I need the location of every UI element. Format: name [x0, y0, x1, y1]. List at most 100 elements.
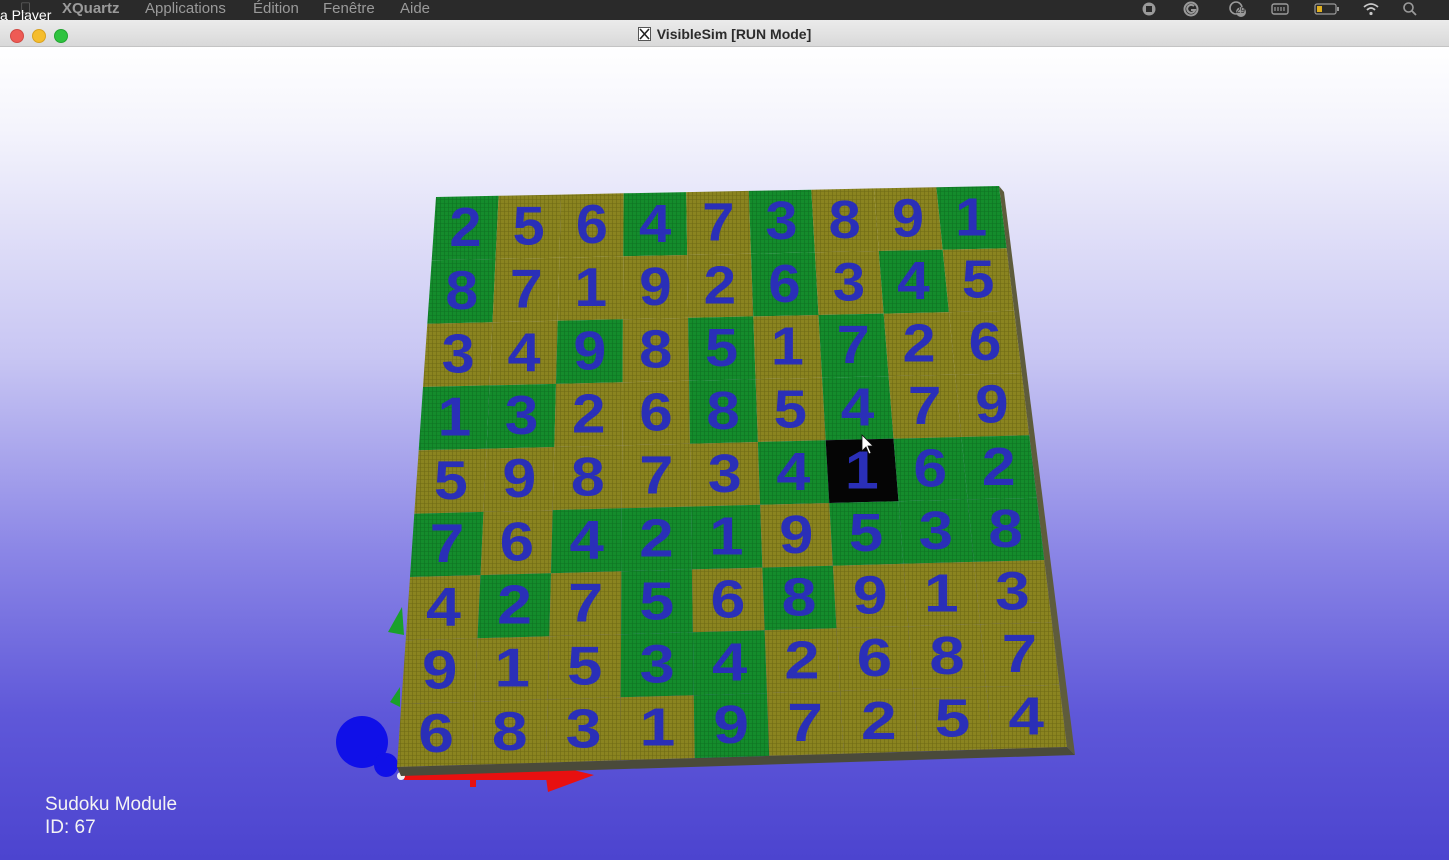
sudoku-digit: 3 — [919, 502, 953, 561]
sudoku-digit: 8 — [988, 500, 1022, 559]
module-info: Sudoku Module ID: 67 — [45, 793, 177, 839]
board-scene[interactable]: 2 5 6 4 7 3 8 9 18 7 1 9 2 6 3 4 53 4 9 8 5 1 7 2 61 3 2 6 8 5 4 7 95 9 8 7… — [0, 47, 1449, 860]
sudoku-digit: 8 — [782, 567, 817, 627]
menu-bar:  XQuartz Applications Édition Fenêtre A… — [0, 0, 1449, 23]
sudoku-digit: 2 — [861, 690, 897, 751]
sudoku-digit: 3 — [708, 444, 742, 504]
sudoku-digit: 3 — [833, 251, 865, 312]
x-axis-tick — [470, 777, 476, 787]
sudoku-digit: 2 — [704, 254, 736, 315]
sudoku-digit: 3 — [566, 698, 602, 759]
grammarly-icon[interactable] — [1181, 1, 1201, 17]
battery-icon[interactable] — [1314, 1, 1340, 17]
sudoku-digit: 4 — [1009, 686, 1045, 746]
sudoku-digit: 6 — [768, 253, 800, 314]
sudoku-digit: 3 — [995, 562, 1030, 622]
sudoku-digit: 5 — [935, 687, 971, 748]
sudoku-digit: 6 — [576, 194, 608, 255]
3d-viewport[interactable]: 2564738918719263453498517261326854795987… — [0, 47, 1449, 860]
sudoku-digit: 3 — [505, 386, 539, 447]
z-axis-sphere-small — [374, 753, 398, 777]
sudoku-digit: 8 — [492, 700, 528, 761]
record-icon[interactable] — [1139, 1, 1159, 17]
sudoku-digit: 9 — [422, 639, 457, 701]
sudoku-digit: 1 — [438, 387, 472, 448]
sudoku-digit: 6 — [711, 569, 746, 629]
sudoku-digit: 8 — [929, 627, 964, 686]
sudoku-digit: 8 — [829, 189, 861, 250]
sudoku-digit: 6 — [500, 512, 535, 573]
sudoku-digit: 1 — [639, 696, 675, 757]
sudoku-digit: 5 — [849, 503, 883, 563]
sudoku-digit: 7 — [568, 573, 603, 633]
menu-edition[interactable]: Édition — [253, 0, 299, 18]
sudoku-digit: 7 — [908, 376, 942, 436]
sudoku-digit: 2 — [784, 631, 819, 691]
sudoku-digit: 1 — [709, 506, 743, 567]
sudoku-digit: 9 — [502, 449, 536, 509]
menu-xquartz[interactable]: XQuartz — [62, 0, 120, 18]
sudoku-digit: 5 — [639, 571, 674, 631]
sudoku-digit: 2 — [639, 508, 673, 569]
sudoku-digit: 8 — [639, 319, 672, 380]
sudoku-digit: 9 — [779, 505, 813, 565]
sudoku-digit: 9 — [639, 256, 672, 317]
sudoku-digit: 9 — [975, 374, 1008, 434]
sudoku-digit: 5 — [434, 451, 468, 511]
window-title: VisibleSim [RUN Mode] — [0, 26, 1449, 42]
x11-icon — [637, 27, 651, 41]
sudoku-digit: 3 — [639, 635, 674, 695]
sudoku-board[interactable]: 2 5 6 4 7 3 8 9 18 7 1 9 2 6 3 4 53 4 9 8 5 1 7 2 61 3 2 6 8 5 4 7 95 9 8 7… — [397, 186, 1067, 767]
module-id: ID: 67 — [45, 817, 96, 838]
sudoku-digit: 3 — [442, 324, 475, 385]
sudoku-digit: 3 — [765, 190, 797, 251]
sudoku-digit: 6 — [639, 382, 672, 443]
sudoku-digit: 4 — [712, 633, 747, 693]
sudoku-digit: 7 — [787, 692, 823, 753]
sudoku-digit: 4 — [639, 193, 671, 254]
sudoku-digit: 5 — [705, 319, 738, 379]
sudoku-digit: 7 — [639, 446, 673, 506]
sudoku-digit: 4 — [426, 577, 461, 637]
sudoku-digit: 6 — [857, 629, 892, 688]
sudoku-digit: 9 — [892, 188, 924, 248]
green-axis-arrow-2 — [390, 687, 400, 707]
window-title-text: VisibleSim [RUN Mode] — [656, 26, 812, 42]
sudoku-digit: 1 — [771, 317, 804, 377]
sudoku-digit: 5 — [513, 195, 545, 256]
sudoku-digit: 4 — [897, 250, 930, 310]
sudoku-digit: 4 — [508, 322, 541, 383]
sudoku-digit: 8 — [706, 381, 739, 442]
menu-fenetre[interactable]: Fenêtre — [323, 0, 375, 18]
sudoku-digit: 5 — [962, 249, 995, 309]
sudoku-digit: 2 — [903, 313, 936, 373]
search-icon[interactable] — [1400, 1, 1420, 17]
sudoku-digit: 1 — [495, 637, 530, 699]
sudoku-digit: 7 — [1002, 624, 1037, 683]
sudoku-digit: 4 — [569, 510, 604, 571]
sudoku-digit: 2 — [497, 575, 532, 635]
sudoku-digit: 7 — [430, 514, 465, 575]
sudoku-digit: 2 — [572, 384, 606, 445]
keyboard-icon[interactable] — [1270, 1, 1290, 17]
sudoku-digit: 9 — [853, 566, 888, 626]
sudoku-digit: 7 — [837, 316, 870, 376]
sudoku-digit: 2 — [449, 196, 481, 257]
sudoku-digit: 8 — [571, 447, 605, 507]
sudoku-digit: 6 — [418, 703, 454, 764]
sudoku-digit: 7 — [702, 191, 734, 252]
sudoku-digit: 8 — [445, 261, 478, 322]
menu-aide[interactable]: Aide — [400, 0, 430, 18]
wifi-icon[interactable] — [1361, 1, 1381, 17]
sudoku-digit: 6 — [969, 312, 1002, 372]
sudoku-digit: 1 — [955, 187, 987, 247]
window-title-bar[interactable]: VisibleSim [RUN Mode] — [0, 20, 1449, 47]
sudoku-digit: 4 — [841, 378, 875, 438]
sudoku-digit: 2 — [982, 437, 1016, 497]
menu-applications[interactable]: Applications — [145, 0, 226, 18]
sudoku-digit: 6 — [913, 439, 947, 499]
green-axis-arrow — [388, 607, 404, 635]
sudoku-digit: 4 — [776, 442, 810, 502]
sudoku-digit: 7 — [510, 259, 543, 320]
sudoku-digit: 1 — [924, 564, 959, 624]
